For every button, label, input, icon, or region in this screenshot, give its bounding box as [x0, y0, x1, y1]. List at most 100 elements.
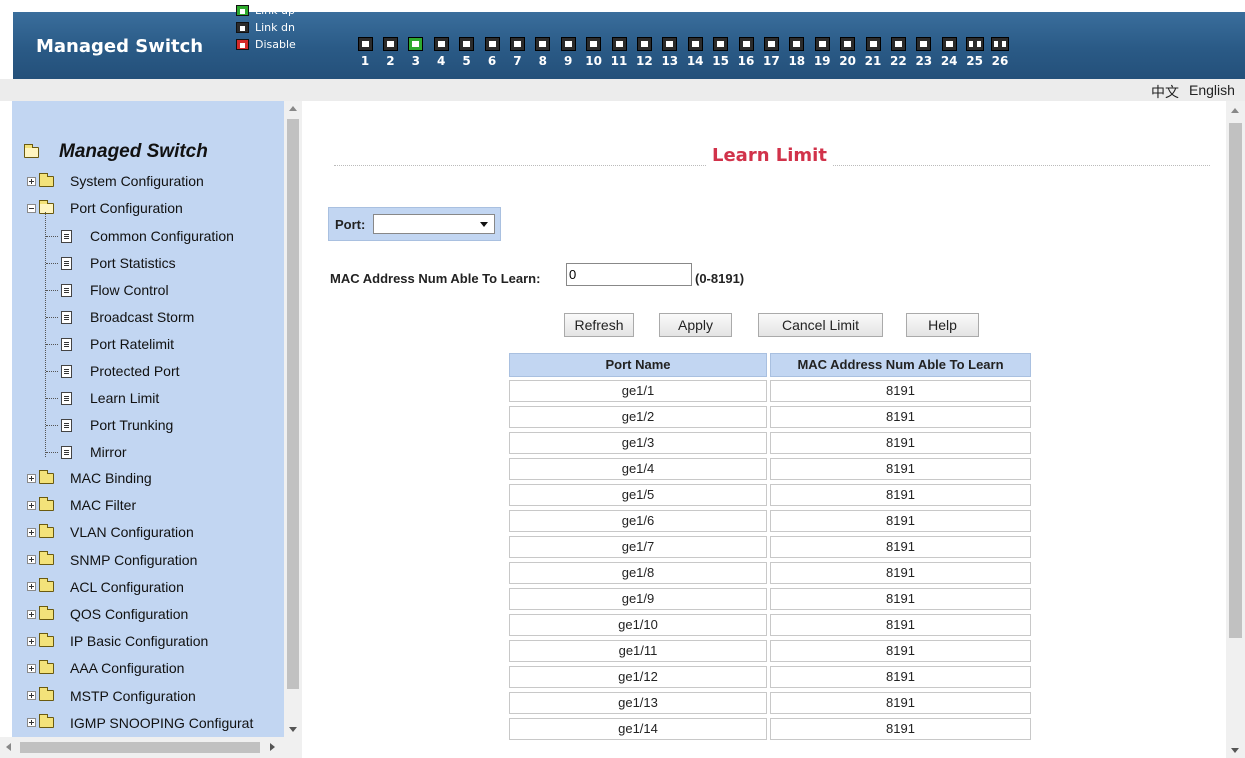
expand-icon[interactable] [27, 691, 36, 701]
port-7[interactable]: 7 [507, 37, 527, 71]
language-bar: 中文 English [0, 79, 1245, 101]
refresh-button[interactable]: Refresh [564, 313, 634, 337]
sidebar-item-port-statistics[interactable]: Port Statistics [61, 253, 176, 273]
port-22[interactable]: 22 [888, 37, 908, 71]
scroll-down-icon[interactable] [289, 727, 297, 732]
sidebar-item-igmp-snooping-configurat[interactable]: IGMP SNOOPING Configurat [27, 713, 253, 733]
sidebar-item-mstp-configuration[interactable]: MSTP Configuration [27, 686, 196, 706]
sidebar-item-snmp-configuration[interactable]: SNMP Configuration [27, 550, 197, 570]
sidebar-item-mac-filter[interactable]: MAC Filter [27, 495, 136, 515]
sidebar-item-mac-binding[interactable]: MAC Binding [27, 468, 152, 488]
expand-icon[interactable] [27, 609, 36, 619]
sidebar-item-label: Port Trunking [90, 417, 174, 433]
sidebar-item-label: QOS Configuration [70, 606, 189, 622]
table-row: ge1/11 8191 [509, 640, 1031, 666]
main-vertical-scrollbar[interactable] [1226, 101, 1245, 758]
expand-icon[interactable] [27, 582, 36, 592]
port-1[interactable]: 1 [355, 37, 375, 71]
port-17[interactable]: 17 [761, 37, 781, 71]
sidebar-item-port-configuration[interactable]: Port Configuration [27, 198, 183, 218]
port-9[interactable]: 9 [558, 37, 578, 71]
port-select[interactable] [373, 214, 495, 234]
legend-item: Disable [236, 37, 296, 51]
port-10[interactable]: 10 [584, 37, 604, 71]
port-12[interactable]: 12 [634, 37, 654, 71]
port-number: 10 [585, 54, 602, 68]
port-2[interactable]: 2 [380, 37, 400, 71]
sidebar-item-label: Port Statistics [90, 255, 176, 271]
expand-icon[interactable] [27, 176, 36, 186]
expand-icon[interactable] [27, 500, 36, 510]
port-number: 24 [940, 54, 958, 68]
sidebar-horizontal-scrollbar[interactable] [0, 737, 302, 758]
page-title: Learn Limit [706, 145, 833, 166]
help-button[interactable]: Help [906, 313, 979, 337]
sidebar-item-acl-configuration[interactable]: ACL Configuration [27, 577, 184, 597]
sidebar-item-port-ratelimit[interactable]: Port Ratelimit [61, 334, 174, 354]
legend-label: Disable [255, 37, 296, 51]
port-23[interactable]: 23 [914, 37, 934, 71]
scroll-right-icon[interactable] [270, 743, 275, 751]
scroll-down-icon[interactable] [1231, 748, 1239, 753]
port-6[interactable]: 6 [482, 37, 502, 71]
table-row: ge1/6 8191 [509, 510, 1031, 536]
port-24[interactable]: 24 [939, 37, 959, 71]
expand-icon[interactable] [27, 473, 36, 483]
sidebar-item-broadcast-storm[interactable]: Broadcast Storm [61, 307, 194, 327]
tree-root[interactable]: Managed Switch [24, 141, 208, 163]
port-26[interactable]: 26 [990, 37, 1010, 71]
port-16[interactable]: 16 [736, 37, 756, 71]
port-20[interactable]: 20 [838, 37, 858, 71]
scrollbar-thumb[interactable] [1229, 123, 1242, 638]
port-5[interactable]: 5 [457, 37, 477, 71]
port-name-cell: ge1/3 [509, 432, 767, 454]
expand-icon[interactable] [27, 636, 36, 646]
ethernet-port-icon [662, 37, 678, 51]
sidebar-item-vlan-configuration[interactable]: VLAN Configuration [27, 522, 194, 542]
sidebar-item-label: IGMP SNOOPING Configurat [70, 714, 254, 731]
port-21[interactable]: 21 [863, 37, 883, 71]
port-13[interactable]: 13 [660, 37, 680, 71]
legend-item: Link up [236, 3, 295, 17]
sidebar-item-port-trunking[interactable]: Port Trunking [61, 415, 173, 435]
sidebar-item-flow-control[interactable]: Flow Control [61, 280, 169, 300]
port-8[interactable]: 8 [533, 37, 553, 71]
expand-icon[interactable] [27, 718, 36, 728]
sidebar-item-mirror[interactable]: Mirror [61, 442, 127, 462]
mac-limit-input[interactable] [566, 263, 692, 286]
expand-icon[interactable] [27, 527, 36, 537]
port-4[interactable]: 4 [431, 37, 451, 71]
scroll-up-icon[interactable] [289, 106, 297, 111]
sidebar-item-learn-limit[interactable]: Learn Limit [61, 388, 159, 408]
sidebar-item-qos-configuration[interactable]: QOS Configuration [27, 604, 188, 624]
mac-num-cell: 8191 [770, 432, 1031, 454]
language-english-link[interactable]: English [1189, 82, 1235, 98]
port-3[interactable]: 3 [406, 37, 426, 71]
sidebar-item-ip-basic-configuration[interactable]: IP Basic Configuration [27, 631, 208, 651]
port-19[interactable]: 19 [812, 37, 832, 71]
port-15[interactable]: 15 [711, 37, 731, 71]
language-chinese-link[interactable]: 中文 [1151, 82, 1179, 102]
sidebar-item-protected-port[interactable]: Protected Port [61, 361, 180, 381]
table-row: ge1/8 8191 [509, 562, 1031, 588]
cancel-limit-button[interactable]: Cancel Limit [758, 313, 883, 337]
sidebar-vertical-scrollbar[interactable] [284, 101, 302, 737]
sidebar-item-aaa-configuration[interactable]: AAA Configuration [27, 658, 184, 678]
scrollbar-thumb[interactable] [287, 119, 299, 689]
port-number: 14 [686, 54, 704, 68]
scroll-up-icon[interactable] [1231, 108, 1239, 113]
port-14[interactable]: 14 [685, 37, 705, 71]
expand-icon[interactable] [27, 663, 36, 673]
port-11[interactable]: 11 [609, 37, 629, 71]
apply-button[interactable]: Apply [659, 313, 732, 337]
sidebar-tree: Managed Switch System Configuration Port… [12, 101, 284, 737]
document-icon [61, 283, 72, 297]
collapse-icon[interactable] [27, 203, 36, 213]
sidebar-item-system-configuration[interactable]: System Configuration [27, 171, 204, 191]
scroll-left-icon[interactable] [6, 743, 11, 751]
sidebar-item-common-configuration[interactable]: Common Configuration [61, 226, 234, 246]
scrollbar-thumb[interactable] [20, 742, 260, 753]
port-18[interactable]: 18 [787, 37, 807, 71]
expand-icon[interactable] [27, 555, 36, 565]
port-25[interactable]: 25 [965, 37, 985, 71]
